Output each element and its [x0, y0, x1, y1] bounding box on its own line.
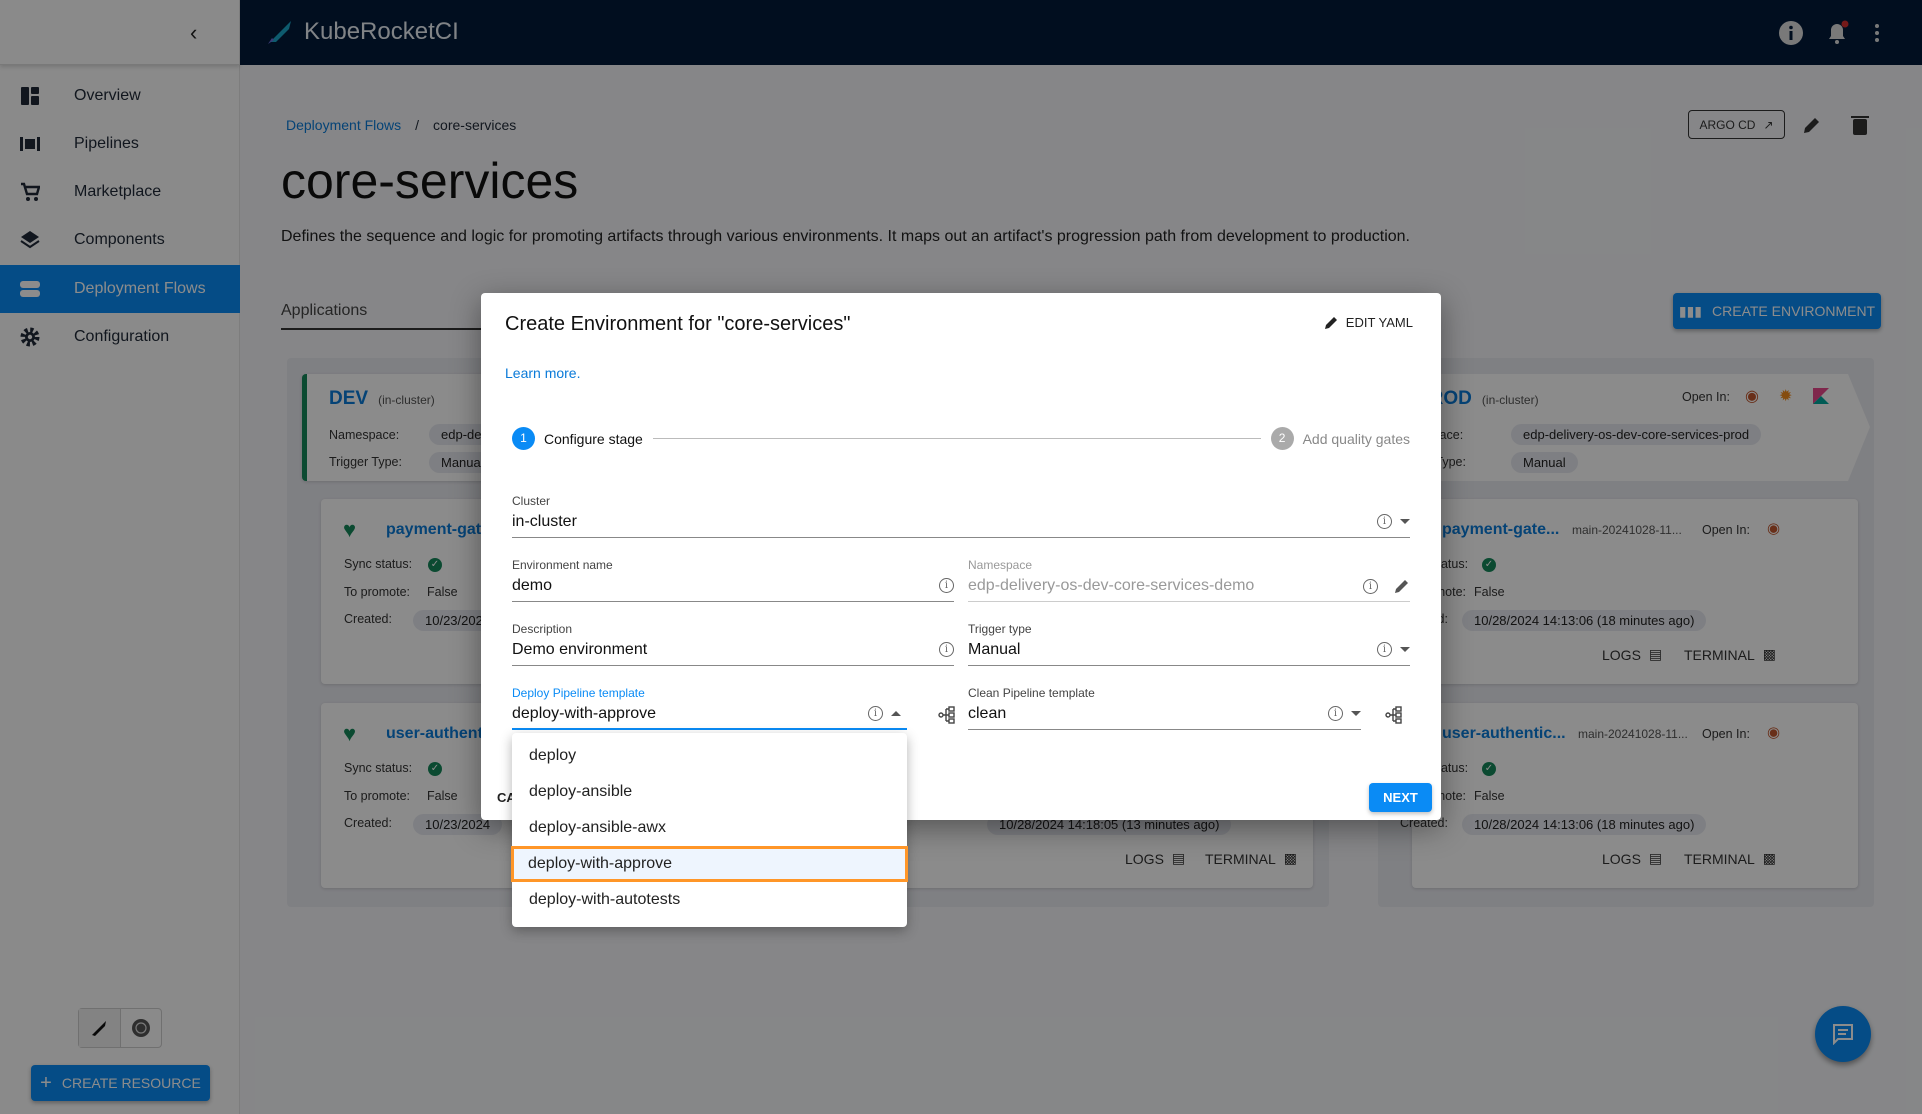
- trigger-type-select[interactable]: Trigger type Manual i: [968, 622, 1410, 666]
- next-button[interactable]: NEXT: [1369, 783, 1432, 812]
- deploy-pipeline-template-select[interactable]: Deploy Pipeline template deploy-with-app…: [512, 686, 907, 730]
- namespace-label: Namespace: [968, 558, 1033, 572]
- dialog-title: Create Environment for "core-services": [505, 313, 851, 335]
- namespace-value: edp-delivery-os-dev-core-services-demo: [968, 577, 1255, 594]
- info-icon[interactable]: i: [1377, 642, 1392, 657]
- info-icon[interactable]: i: [939, 578, 954, 593]
- clean-template-value: clean: [968, 705, 1007, 722]
- clean-template-label: Clean Pipeline template: [968, 686, 1095, 700]
- dropdown-arrow-icon: [1400, 519, 1410, 524]
- info-icon[interactable]: i: [939, 642, 954, 657]
- stepper: 1 Configure stage 2 Add quality gates: [512, 427, 1410, 450]
- cluster-value: in-cluster: [512, 513, 577, 530]
- dropdown-arrow-up-icon: [891, 711, 901, 716]
- edit-pencil-icon: [1324, 316, 1337, 329]
- step-1-label: Configure stage: [544, 430, 643, 447]
- step-2-label: Add quality gates: [1302, 430, 1410, 447]
- pipeline-tree-icon[interactable]: [938, 706, 956, 724]
- clean-pipeline-template-select[interactable]: Clean Pipeline template clean i: [968, 686, 1361, 730]
- step-1-circle: 1: [512, 427, 535, 450]
- namespace-input[interactable]: Namespace edp-delivery-os-dev-core-servi…: [968, 558, 1410, 602]
- dropdown-arrow-icon: [1400, 647, 1410, 652]
- trigger-type-label: Trigger type: [968, 622, 1032, 636]
- trigger-type-value: Manual: [968, 641, 1021, 658]
- option-deploy-with-autotests[interactable]: deploy-with-autotests: [512, 882, 907, 918]
- info-icon[interactable]: i: [1363, 578, 1378, 594]
- option-deploy-with-approve[interactable]: deploy-with-approve: [511, 846, 908, 882]
- step-connector: [652, 438, 1261, 439]
- pipeline-tree-icon[interactable]: [1385, 706, 1403, 724]
- option-deploy-ansible-awx[interactable]: deploy-ansible-awx: [512, 810, 907, 846]
- info-icon[interactable]: i: [1328, 706, 1343, 721]
- learn-more-link[interactable]: Learn more.: [505, 365, 580, 381]
- edit-yaml-label: EDIT YAML: [1345, 315, 1413, 330]
- deploy-template-value: deploy-with-approve: [512, 705, 657, 722]
- edit-namespace-pencil-icon[interactable]: [1394, 578, 1410, 594]
- description-input[interactable]: Description Demo environment i: [512, 622, 954, 666]
- option-deploy-ansible[interactable]: deploy-ansible: [512, 774, 907, 810]
- option-deploy[interactable]: deploy: [512, 738, 907, 774]
- info-icon[interactable]: i: [868, 706, 883, 721]
- environment-name-value: demo: [512, 577, 553, 594]
- description-value: Demo environment: [512, 641, 648, 658]
- environment-name-input[interactable]: Environment name demo i: [512, 558, 954, 602]
- description-label: Description: [512, 622, 573, 636]
- environment-name-label: Environment name: [512, 558, 613, 572]
- deploy-template-label: Deploy Pipeline template: [512, 686, 645, 700]
- deploy-template-options-list: deploy deploy-ansible deploy-ansible-awx…: [511, 733, 908, 927]
- cluster-select[interactable]: Cluster in-cluster i: [512, 494, 1410, 538]
- cluster-label: Cluster: [512, 494, 551, 508]
- step-2-circle: 2: [1270, 427, 1294, 450]
- dropdown-arrow-icon: [1351, 711, 1361, 716]
- info-icon[interactable]: i: [1377, 514, 1392, 529]
- edit-yaml-button[interactable]: EDIT YAML: [1324, 315, 1413, 330]
